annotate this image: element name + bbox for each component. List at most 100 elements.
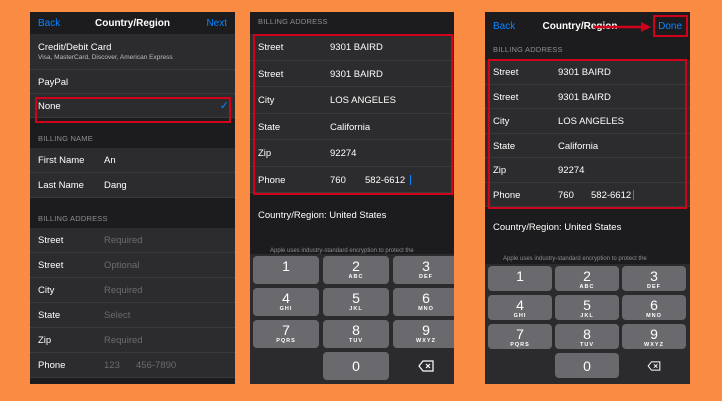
city-field[interactable]: City LOS ANGELES <box>485 109 690 134</box>
text-cursor <box>410 174 411 185</box>
street-field[interactable]: Street 9301 BAIRD <box>485 60 690 85</box>
field-label: Street <box>493 91 519 103</box>
section-header: BILLING ADDRESS <box>30 198 235 228</box>
field-value: LOS ANGELES <box>558 116 625 127</box>
country-row[interactable]: Country/Region: United States <box>493 222 621 233</box>
key-letters: GHI <box>513 313 527 319</box>
key-letters: MNO <box>418 306 434 312</box>
key-letters: TUV <box>580 342 594 348</box>
field-value: 92274 <box>558 165 585 176</box>
phone-number: 582-6612 <box>591 189 632 201</box>
payment-option-sub: Visa, MasterCard, Discover, American Exp… <box>38 54 173 61</box>
last-name-field[interactable]: Last Name Dang <box>30 173 235 198</box>
key-5[interactable]: 5 JKL <box>323 288 389 316</box>
field-value: LOS ANGELES <box>330 95 397 106</box>
street2-field[interactable]: Street 9301 BAIRD <box>250 60 454 87</box>
address-fields: Street 9301 BAIRD Street 9301 BAIRD City… <box>250 34 454 193</box>
key-9[interactable]: 9 WXYZ <box>393 320 454 348</box>
payment-option-paypal[interactable]: PayPal <box>30 70 235 94</box>
payment-option-none[interactable]: None ✓ <box>30 94 235 118</box>
street-field[interactable]: Street Required <box>30 228 235 253</box>
key-letters: DEF <box>647 284 661 290</box>
number-keypad: 1 2 ABC 3 DEF 4 GHI 5 JKL 6 MNO 7 PQRS 8 TUV 9W… <box>250 254 454 384</box>
phone-field[interactable]: Phone 123 456-7890 <box>30 353 235 378</box>
key-1[interactable]: 1 <box>488 266 552 291</box>
field-label: Street <box>38 235 64 246</box>
field-label: State <box>258 121 281 133</box>
key-number: 1 <box>282 258 290 274</box>
key-0[interactable]: 0 <box>555 353 619 378</box>
zip-field[interactable]: Zip Required <box>30 328 235 353</box>
field-label: Phone <box>38 360 66 371</box>
key-number: 3 <box>650 268 658 284</box>
phone-area-placeholder: 123 <box>104 360 120 371</box>
key-3[interactable]: 3 DEF <box>622 266 686 291</box>
state-field[interactable]: State California <box>485 133 690 158</box>
field-value: 92274 <box>330 148 357 159</box>
field-label: Phone <box>258 174 286 186</box>
street2-field[interactable]: Street 9301 BAIRD <box>485 84 690 109</box>
next-button[interactable]: Next <box>206 18 227 29</box>
key-3[interactable]: 3 DEF <box>393 256 454 284</box>
key-number: 0 <box>352 358 360 374</box>
key-letters: ABC <box>348 274 364 280</box>
key-8[interactable]: 8 TUV <box>555 324 619 349</box>
key-4[interactable]: 4 GHI <box>253 288 319 316</box>
key-7[interactable]: 7 PQRS <box>253 320 319 348</box>
payment-option-label: PayPal <box>38 77 69 88</box>
screen-billing-address-done: Back Country/Region Done BILLING ADDRESS… <box>485 12 690 384</box>
field-label: Street <box>493 67 519 78</box>
payment-option-card[interactable]: Credit/Debit Card Visa, MasterCard, Disc… <box>30 34 235 70</box>
key-number: 3 <box>422 258 430 274</box>
nav-bar: Back Country/Region Next <box>30 12 235 34</box>
phone-number: 582-6612 <box>365 174 406 186</box>
encryption-note: Apple uses industry-standard encryption … <box>503 256 647 262</box>
nav-title: Country/Region <box>95 18 170 29</box>
state-field[interactable]: State Select <box>30 303 235 328</box>
key-6[interactable]: 6 MNO <box>393 288 454 316</box>
field-label: State <box>38 310 61 321</box>
first-name-field[interactable]: First Name An <box>30 148 235 173</box>
field-label: City <box>493 116 510 127</box>
field-value: An <box>104 155 116 166</box>
key-number: 9 <box>650 326 658 342</box>
key-number: 5 <box>583 297 591 313</box>
key-5[interactable]: 5 JKL <box>555 295 619 320</box>
key-1[interactable]: 1 <box>253 256 319 284</box>
key-number: 1 <box>516 268 524 284</box>
field-label: City <box>258 95 275 106</box>
key-8[interactable]: 8 TUV <box>323 320 389 348</box>
delete-key[interactable] <box>393 352 454 380</box>
field-value: Dang <box>104 180 127 191</box>
number-keypad: 1 2 ABC 3 DEF 4 GHI 5 JKL 6 MNO 7 PQRS 8 TUV 9W… <box>485 264 690 384</box>
field-value: California <box>558 140 599 152</box>
done-button[interactable]: Done <box>658 21 682 32</box>
key-letters: DEF <box>419 274 433 280</box>
country-row[interactable]: Country/Region: United States <box>258 210 386 221</box>
zip-field[interactable]: Zip 92274 <box>485 158 690 183</box>
phone-field[interactable]: Phone 760 582-6612 <box>485 182 690 207</box>
field-placeholder: Optional <box>104 260 140 271</box>
key-number: 6 <box>650 297 658 313</box>
city-field[interactable]: City Required <box>30 278 235 303</box>
delete-key[interactable] <box>622 353 686 378</box>
state-field[interactable]: State California <box>250 113 454 140</box>
city-field[interactable]: City LOS ANGELES <box>250 87 454 114</box>
key-6[interactable]: 6 MNO <box>622 295 686 320</box>
key-2[interactable]: 2 ABC <box>555 266 619 291</box>
field-value: 9301 BAIRD <box>330 42 383 53</box>
key-0[interactable]: 0 <box>323 352 389 380</box>
phone-field[interactable]: Phone 760 582-6612 <box>250 166 454 193</box>
street2-field[interactable]: Street Optional <box>30 253 235 278</box>
key-letters: WXYZ <box>644 342 664 348</box>
key-number: 7 <box>516 326 524 342</box>
section-header-text: BILLING ADDRESS <box>493 45 563 54</box>
zip-field[interactable]: Zip 92274 <box>250 140 454 167</box>
key-7[interactable]: 7 PQRS <box>488 324 552 349</box>
address-fields: Street 9301 BAIRD Street 9301 BAIRD City… <box>485 60 690 207</box>
key-9[interactable]: 9 WXYZ <box>622 324 686 349</box>
section-header: BILLING ADDRESS <box>250 12 454 34</box>
street-field[interactable]: Street 9301 BAIRD <box>250 34 454 61</box>
key-2[interactable]: 2 ABC <box>323 256 389 284</box>
key-4[interactable]: 4 GHI <box>488 295 552 320</box>
